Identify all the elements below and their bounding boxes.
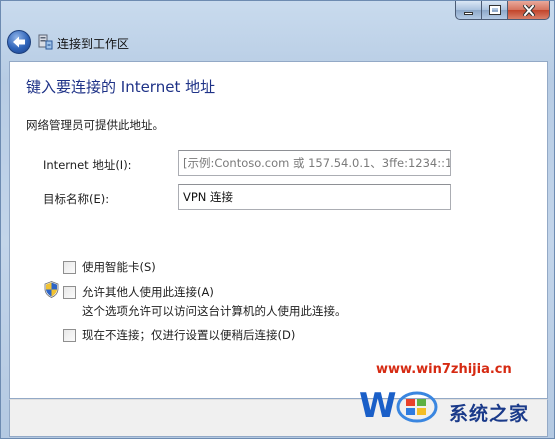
maximize-button[interactable] bbox=[481, 1, 507, 20]
allow-others-label: 允许其他人使用此连接(A) bbox=[82, 285, 214, 299]
network-connection-icon bbox=[38, 34, 53, 50]
destination-name-label: 目标名称(E): bbox=[43, 192, 110, 206]
uac-shield-icon bbox=[44, 281, 59, 298]
title-bar bbox=[1, 1, 555, 27]
wizard-content: 键入要连接的 Internet 地址 网络管理员可提供此地址。 Internet… bbox=[9, 61, 548, 399]
smart-card-label: 使用智能卡(S) bbox=[82, 260, 156, 274]
smart-card-checkbox[interactable] bbox=[63, 260, 76, 274]
navigation-bar: 连接到工作区 bbox=[1, 27, 555, 59]
win7-logo-icon: W bbox=[359, 386, 438, 426]
page-heading: 键入要连接的 Internet 地址 bbox=[26, 78, 216, 96]
close-icon bbox=[522, 4, 535, 16]
dont-connect-label: 现在不连接；仅进行设置以便稍后连接(D) bbox=[82, 328, 296, 342]
internet-address-label: Internet 地址(I): bbox=[43, 158, 132, 172]
back-button[interactable] bbox=[7, 30, 31, 54]
allow-others-option[interactable]: 允许其他人使用此连接(A) bbox=[63, 284, 214, 300]
allow-others-description: 这个选项允许可以访问这台计算机的人使用此连接。 bbox=[82, 304, 347, 318]
minimize-button[interactable] bbox=[455, 1, 481, 20]
back-arrow-icon bbox=[13, 36, 25, 48]
nav-title: 连接到工作区 bbox=[57, 37, 130, 51]
svg-text:W: W bbox=[359, 386, 397, 426]
dont-connect-checkbox[interactable] bbox=[63, 328, 76, 342]
maximize-icon bbox=[488, 5, 501, 15]
intro-text: 网络管理员可提供此地址。 bbox=[26, 118, 164, 132]
caption-buttons bbox=[455, 1, 550, 20]
minimize-icon bbox=[464, 11, 473, 15]
watermark-url: www.win7zhijia.cn bbox=[376, 362, 512, 377]
dont-connect-option[interactable]: 现在不连接；仅进行设置以便稍后连接(D) bbox=[63, 327, 295, 343]
destination-name-input[interactable]: VPN 连接 bbox=[178, 184, 451, 210]
smart-card-option[interactable]: 使用智能卡(S) bbox=[63, 259, 156, 275]
window-frame: 连接到工作区 键入要连接的 Internet 地址 网络管理员可提供此地址。 I… bbox=[0, 0, 555, 439]
close-button[interactable] bbox=[507, 1, 550, 20]
allow-others-checkbox[interactable] bbox=[63, 285, 76, 299]
watermark-brand: 系统之家 bbox=[449, 403, 530, 425]
internet-address-input[interactable]: [示例:Contoso.com 或 157.54.0.1、3ffe:1234::… bbox=[178, 150, 451, 176]
